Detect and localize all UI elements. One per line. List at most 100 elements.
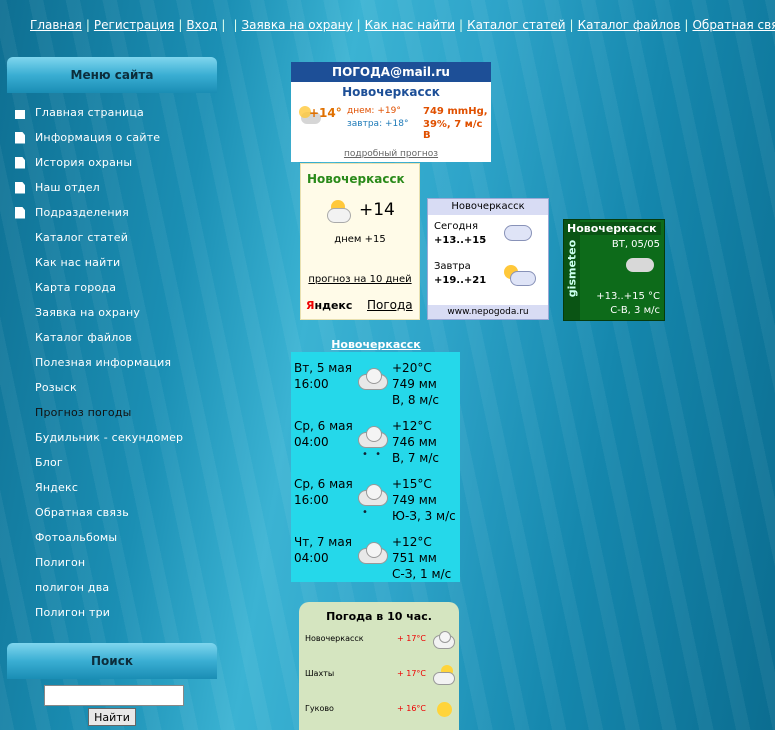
mailru-weather-widget[interactable]: ПОГОДА@mail.ru Новочеркасск +14° днем: +…	[291, 62, 491, 162]
sidebar-item-label[interactable]: Блог	[35, 456, 63, 469]
forecast-time: 16:00	[294, 377, 329, 391]
nepogoda-today-value: +13..+15	[434, 235, 487, 246]
topnav-link[interactable]: Как нас найти	[365, 18, 455, 32]
topnav-link[interactable]: Каталог статей	[467, 18, 565, 32]
yandex-forecast-link[interactable]: прогноз на 10 дней	[301, 274, 419, 285]
sidebar-item[interactable]: Полигон	[12, 550, 217, 575]
sidebar-item-label[interactable]: История охраны	[35, 156, 132, 169]
sidebar-item[interactable]: Фотоальбомы	[12, 525, 217, 550]
yandex-weather-widget[interactable]: Новочеркасск +14 днем +15 прогноз на 10 …	[300, 163, 420, 320]
sidebar-item[interactable]: Блог	[12, 450, 217, 475]
sidebar-item[interactable]: Карта города	[12, 275, 217, 300]
sidebar-item[interactable]: Прогноз погоды	[12, 400, 217, 425]
sidebar-item[interactable]: История охраны	[12, 150, 217, 175]
yandex-logo[interactable]: Яндекс	[306, 299, 352, 312]
topnav-link[interactable]: Заявка на охрану	[241, 18, 352, 32]
spacer-icon	[15, 407, 25, 419]
top-navigation: Главная | Регистрация | Вход | | Заявка на охра…	[30, 18, 775, 32]
spacer-icon	[15, 382, 25, 394]
forecast-row: Ср, 6 мая 16:00 • +15°C 749 мм Ю-З, 3 м/с	[294, 474, 460, 532]
gismeteo-city: Новочеркасск	[567, 222, 661, 235]
mailru-today: днем: +19°	[347, 106, 401, 116]
sidebar-item[interactable]: Информация о сайте	[12, 125, 217, 150]
sidebar-item-label[interactable]: Главная страница	[35, 106, 144, 119]
forecast-wind: В, 8 м/с	[392, 393, 440, 407]
sidebar-item-label[interactable]: Фотоальбомы	[35, 531, 117, 544]
topnav-separator: |	[356, 18, 361, 32]
forecast-city-link[interactable]: Новочеркасск	[291, 338, 461, 351]
sidebar-item[interactable]: Подразделения	[12, 200, 217, 225]
city-row: Гуково + 16°C	[305, 700, 455, 720]
sidebar-item-label[interactable]: Будильник - секундомер	[35, 431, 183, 444]
yandex-weather-link[interactable]: Погода	[367, 298, 413, 312]
forecast-temp: +12°C	[392, 535, 432, 549]
sidebar-item[interactable]: Яндекс	[12, 475, 217, 500]
sidebar-item-label[interactable]: Полигон три	[35, 606, 110, 619]
spacer-icon	[15, 482, 25, 494]
topnav-separator: |	[233, 18, 238, 32]
cloud-icon	[358, 368, 388, 390]
sidebar-item-label[interactable]: Наш отдел	[35, 181, 100, 194]
forecast-datetime: Вт, 5 мая 16:00	[294, 360, 352, 392]
mailru-more-link[interactable]: подробный прогноз	[291, 149, 491, 159]
sidebar-item-label[interactable]: Подразделения	[35, 206, 129, 219]
sidebar-item-label[interactable]: Информация о сайте	[35, 131, 160, 144]
sidebar-item[interactable]: Каталог статей	[12, 225, 217, 250]
topnav-link[interactable]: Регистрация	[94, 18, 174, 32]
mailru-logo: ПОГОДА@mail.ru	[291, 62, 491, 82]
search-input[interactable]	[44, 685, 184, 706]
cloud-icon	[358, 426, 388, 448]
gismeteo-logo: gismeteo	[564, 220, 580, 320]
sidebar-item[interactable]: Каталог файлов	[12, 325, 217, 350]
topnav-separator: |	[569, 18, 574, 32]
sidebar-item-label[interactable]: Полигон	[35, 556, 85, 569]
nepogoda-today-label: Сегодня	[434, 221, 478, 232]
forecast-day: Ср, 6 мая	[294, 477, 353, 491]
topnav-link[interactable]: Главная	[30, 18, 82, 32]
sidebar-item-label[interactable]: Полезная информация	[35, 356, 171, 369]
spacer-icon	[15, 307, 25, 319]
forecast-time: 04:00	[294, 435, 329, 449]
sidebar-item-label[interactable]: Обратная связь	[35, 506, 129, 519]
topnav-link[interactable]: Вход	[186, 18, 217, 32]
sidebar-item[interactable]: Полигон три	[12, 600, 217, 625]
sidebar-item-label[interactable]: Яндекс	[35, 481, 78, 494]
home-icon	[15, 109, 25, 119]
topnav-link[interactable]: Каталог файлов	[578, 18, 681, 32]
nepogoda-tomorrow-label: Завтра	[434, 261, 471, 272]
sidebar-item[interactable]: Обратная связь	[12, 500, 217, 525]
gismeteo-weather-widget[interactable]: gismeteo Новочеркасск ВТ, 05/05 +13..+15…	[563, 219, 665, 321]
mailru-city: Новочеркасск	[342, 85, 440, 99]
sidebar-item-label[interactable]: Карта города	[35, 281, 116, 294]
sidebar-item[interactable]: полигон два	[12, 575, 217, 600]
cloud-icon	[358, 484, 388, 506]
sidebar-item-label[interactable]: Розыск	[35, 381, 77, 394]
sidebar-item-label[interactable]: Как нас найти	[35, 256, 120, 269]
sidebar-item-label[interactable]: Заявка на охрану	[35, 306, 140, 319]
topnav-link[interactable]: Обратная связь	[692, 18, 775, 32]
forecast-widget: Вт, 5 мая 16:00 +20°C 749 мм В, 8 м/с Ср, 6 м…	[291, 352, 460, 582]
topnav-separator: |	[221, 18, 226, 32]
forecast-datetime: Ср, 6 мая 16:00	[294, 476, 353, 508]
sidebar-item[interactable]: Розыск	[12, 375, 217, 400]
sidebar-item[interactable]: Полезная информация	[12, 350, 217, 375]
forecast-row: Чт, 7 мая 04:00 +12°C 751 мм С-З, 1 м/с	[294, 532, 460, 590]
gismeteo-wind: С-В, 3 м/с	[610, 305, 660, 316]
sidebar-item[interactable]: Главная страница	[12, 100, 217, 125]
rain-cloud-icon	[504, 225, 532, 241]
sidebar-item[interactable]: Наш отдел	[12, 175, 217, 200]
sidebar-item[interactable]: Будильник - секундомер	[12, 425, 217, 450]
cloud-shape	[366, 368, 382, 384]
sidebar-item-label[interactable]: Каталог файлов	[35, 331, 132, 344]
search-button[interactable]: Найти	[88, 708, 136, 726]
forecast-pressure: 749 мм	[392, 493, 437, 507]
spacer-icon	[15, 557, 25, 569]
sidebar-item-label[interactable]: Каталог статей	[35, 231, 128, 244]
sidebar-item-label[interactable]: Прогноз погоды	[35, 406, 132, 419]
sidebar-item[interactable]: Как нас найти	[12, 250, 217, 275]
sidebar-item-label[interactable]: полигон два	[35, 581, 109, 594]
nepogoda-city: Новочеркасск	[428, 199, 548, 215]
sidebar-item[interactable]: Заявка на охрану	[12, 300, 217, 325]
nepogoda-tomorrow-value: +19..+21	[434, 275, 487, 286]
nepogoda-weather-widget[interactable]: Новочеркасск Сегодня +13..+15 Завтра +19…	[427, 198, 549, 320]
